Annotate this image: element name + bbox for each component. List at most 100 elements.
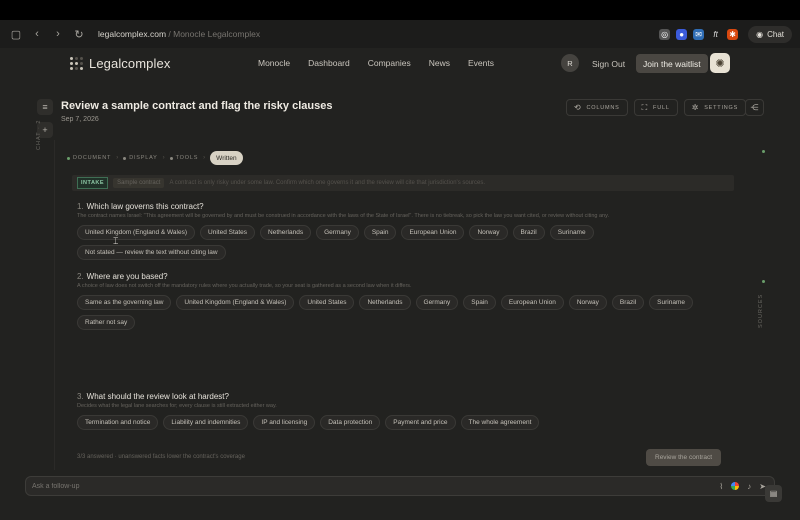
option-chip[interactable]: Brazil [512, 225, 545, 240]
extension-mail-icon[interactable]: ✉ [693, 28, 705, 40]
document-button[interactable]: ▤ [765, 485, 782, 502]
sign-out-link[interactable]: Sign Out [592, 59, 625, 69]
step-tools-label: TOOLS [175, 155, 199, 161]
columns-button[interactable]: ⟲ COLUMNS [566, 99, 628, 116]
step-written[interactable]: Written [210, 151, 243, 165]
option-chip[interactable]: Germany [316, 225, 359, 240]
share-button[interactable]: ⋲ [745, 99, 764, 116]
theme-toggle-button[interactable]: ✺ [710, 53, 730, 73]
review-contract-button[interactable]: Review the contract [646, 449, 722, 466]
full-button[interactable]: ⛶ FULL [633, 99, 678, 116]
option-chip[interactable]: Termination and notice [77, 415, 159, 430]
menu-button[interactable]: ≡ [37, 99, 53, 115]
option-chips: Same as the governing law United Kingdom… [77, 295, 737, 330]
nav-link-dashboard[interactable]: Dashboard [308, 58, 350, 68]
question-title: 1. Which law governs this contract? [77, 202, 204, 211]
follow-up-input[interactable] [32, 482, 632, 490]
nav-link-news[interactable]: News [429, 58, 450, 68]
step-display-label: DISPLAY [129, 155, 158, 161]
option-chip[interactable]: Spain [463, 295, 496, 310]
gear-icon: ✲ [691, 103, 700, 112]
option-chip[interactable]: United States [200, 225, 256, 240]
logo-mark-icon [70, 57, 83, 70]
option-chips: United Kingdom (England & Wales) United … [77, 225, 737, 260]
step-tools[interactable]: TOOLS [169, 155, 199, 161]
question-hint: The contract names Israel: "This agreeme… [77, 213, 609, 219]
intake-tag: INTAKE [77, 177, 109, 189]
context-tag: Sample contract [113, 178, 165, 188]
option-chip[interactable]: Germany [415, 295, 459, 310]
microphone-icon[interactable]: ♪ [747, 482, 751, 491]
option-chip[interactable]: Rather not say [77, 315, 136, 330]
option-chip[interactable]: Norway [469, 225, 508, 240]
question-based: 2. Where are you based? A choice of law d… [77, 272, 737, 330]
top-navigation: Legalcomplex Monocle Dashboard Companies… [0, 48, 800, 80]
paperclip-icon[interactable]: ⌇ [719, 482, 723, 491]
step-display[interactable]: DISPLAY [123, 155, 157, 161]
sidebar-icon[interactable]: ▢ [8, 26, 24, 42]
follow-up-actions: ⌇ ♪ ➤ [719, 482, 766, 491]
nav-links: Monocle Dashboard Companies News Events [258, 58, 512, 68]
browser-toolbar: ▢ ‹ › ↻ legalcomplex.com / Monocle Legal… [0, 20, 800, 48]
browser-chat-label: Chat [767, 29, 784, 39]
option-chip[interactable]: United Kingdom (England & Wales) [176, 295, 295, 310]
question-title: 2. Where are you based? [77, 272, 168, 281]
expand-icon: ⛶ [641, 102, 649, 112]
nav-link-companies[interactable]: Companies [368, 58, 411, 68]
back-icon[interactable]: ‹ [29, 26, 45, 42]
reload-icon[interactable]: ↻ [71, 26, 87, 42]
view-toolbar: ⟲ COLUMNS ⛶ FULL ✲ SETTINGS [566, 99, 747, 116]
extension-ft-icon[interactable]: ft [710, 29, 721, 40]
option-chip[interactable]: Netherlands [260, 225, 312, 240]
google-icon[interactable] [731, 482, 740, 490]
option-chip[interactable]: United States [299, 295, 355, 310]
option-chip[interactable]: Norway [568, 295, 607, 310]
question-hint: A choice of law does not switch off the … [77, 283, 412, 289]
join-waitlist-button[interactable]: Join the waitlist [636, 54, 708, 73]
extension-star-icon[interactable]: ✱ [727, 28, 739, 40]
forward-icon[interactable]: › [50, 26, 66, 42]
address-bar[interactable]: legalcomplex.com / Monocle Legalcomplex [98, 29, 260, 39]
screen-top-bar [0, 0, 800, 20]
option-chip[interactable]: Suriname [549, 225, 594, 240]
page-date: Sep 7, 2026 [61, 116, 99, 123]
step-document-label: DOCUMENT [73, 155, 112, 161]
option-chip[interactable]: United Kingdom (England & Wales) [77, 225, 196, 240]
option-chip[interactable]: Brazil [611, 295, 645, 310]
logo-text: Legalcomplex [89, 56, 171, 71]
option-chip[interactable]: Spain [363, 225, 397, 240]
settings-button[interactable]: ✲ SETTINGS [683, 99, 747, 116]
app-window: Legalcomplex Monocle Dashboard Companies… [0, 48, 800, 520]
option-chip[interactable]: Payment and price [385, 415, 456, 430]
extension-chrome-icon[interactable]: ● [676, 28, 688, 40]
option-chip[interactable]: Liability and indemnities [163, 415, 249, 430]
answer-status: 3/3 answered · unanswered facts lower th… [77, 454, 245, 460]
url-path: Monocle Legalcomplex [173, 29, 261, 39]
option-chip[interactable]: European Union [401, 225, 465, 240]
option-chip[interactable]: Not stated — review the text without cit… [77, 245, 226, 260]
question-focus: 3. What should the review look at hardest… [77, 392, 737, 430]
chat-bubble-icon: ◉ [756, 29, 764, 39]
option-chip[interactable]: IP and licensing [253, 415, 316, 430]
sources-rail-label[interactable]: SOURCES [758, 294, 764, 328]
option-chip[interactable]: European Union [500, 295, 564, 310]
step-document[interactable]: DOCUMENT [67, 155, 111, 161]
left-rail-divider [54, 140, 55, 470]
option-chip[interactable]: Suriname [649, 295, 693, 310]
nav-link-events[interactable]: Events [468, 58, 494, 68]
chat-rail-label[interactable]: CHAT · 2 [36, 120, 42, 150]
option-chip[interactable]: Same as the governing law [77, 295, 172, 310]
extension-globe-icon[interactable]: ◎ [659, 28, 671, 40]
nav-link-monocle[interactable]: Monocle [258, 58, 290, 68]
option-chip[interactable]: Netherlands [359, 295, 411, 310]
status-dot [762, 150, 765, 153]
avatar[interactable]: R [561, 54, 579, 72]
columns-icon: ⟲ [574, 103, 582, 112]
text-cursor-icon: ⌶ [113, 236, 119, 246]
browser-chat-button[interactable]: ◉ Chat [748, 25, 792, 43]
share-icon: ⋲ [750, 103, 759, 112]
option-chip[interactable]: The whole agreement [460, 415, 540, 430]
option-chip[interactable]: Data protection [320, 415, 381, 430]
question-title: 3. What should the review look at hardest… [77, 392, 229, 401]
logo[interactable]: Legalcomplex [70, 56, 170, 71]
